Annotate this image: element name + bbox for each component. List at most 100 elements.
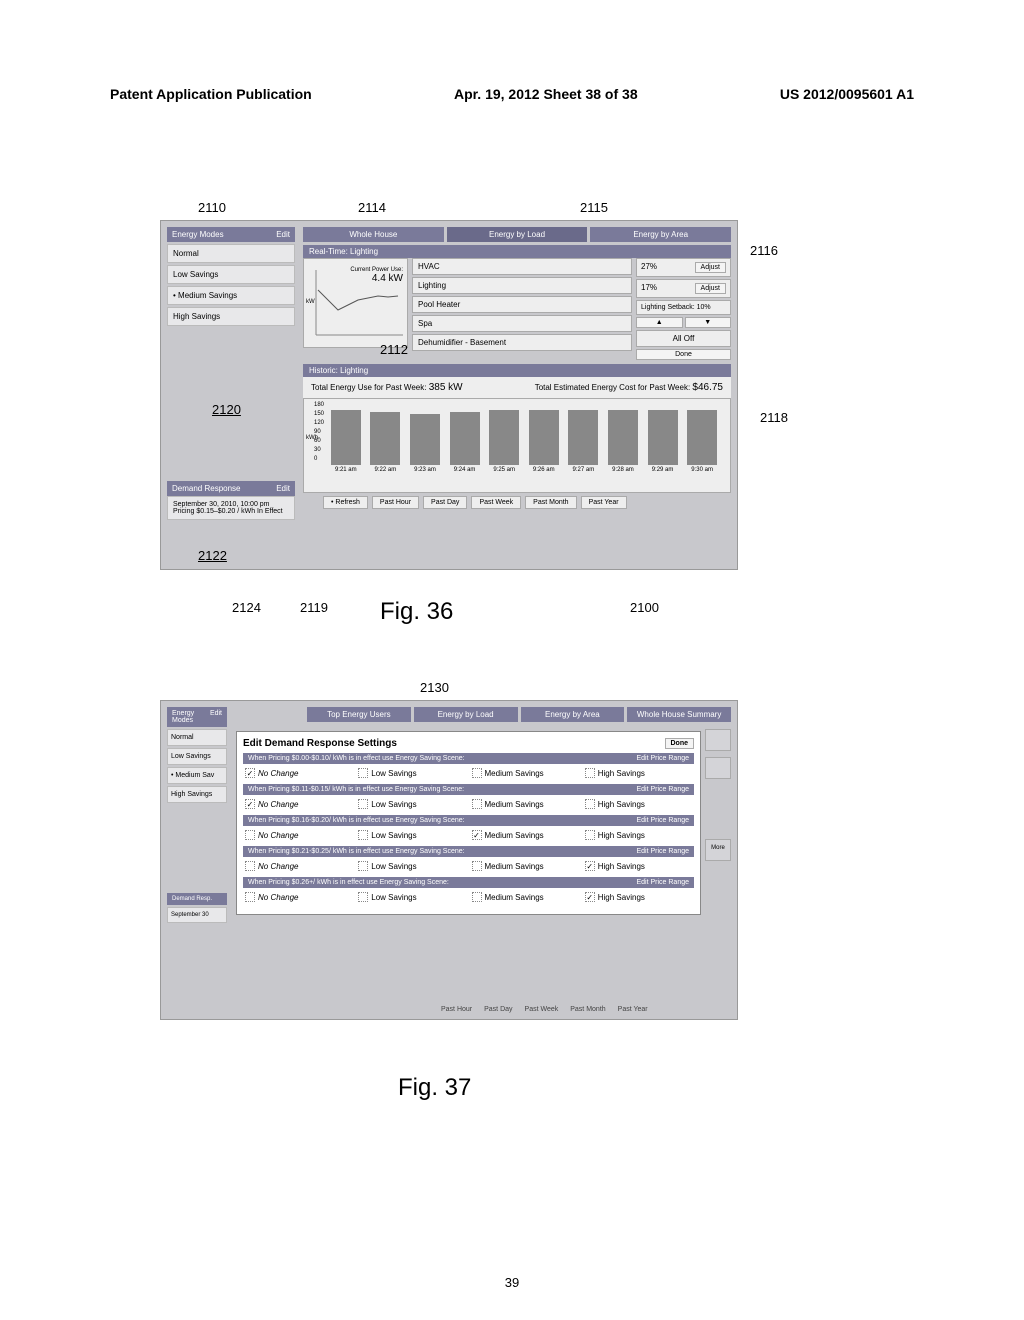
m-normal[interactable]: Normal: [167, 729, 227, 746]
savings-option[interactable]: Medium Savings: [472, 799, 579, 809]
strip-2[interactable]: [705, 757, 731, 779]
savings-option[interactable]: ✓No Change: [245, 799, 352, 809]
past-month-button[interactable]: Past Month: [525, 496, 576, 509]
checkbox-icon[interactable]: ✓: [585, 892, 595, 902]
f-year[interactable]: Past Year: [618, 1006, 648, 1013]
checkbox-icon[interactable]: [472, 799, 482, 809]
savings-option[interactable]: High Savings: [585, 830, 692, 840]
edit-price-range-button[interactable]: Edit Price Range: [636, 848, 689, 855]
tab-by-load[interactable]: Energy by Load: [414, 707, 518, 722]
hvac-adjust-button[interactable]: Adjust: [695, 262, 726, 273]
checkbox-icon[interactable]: [472, 768, 482, 778]
savings-option[interactable]: No Change: [245, 892, 352, 902]
load-spa[interactable]: Spa: [412, 315, 632, 332]
tab-top-users[interactable]: Top Energy Users: [307, 707, 411, 722]
savings-option[interactable]: ✓High Savings: [585, 861, 692, 871]
checkbox-icon[interactable]: [472, 892, 482, 902]
bar-8: [608, 410, 638, 465]
checkbox-icon[interactable]: [472, 861, 482, 871]
more-button[interactable]: More: [705, 839, 731, 861]
m-high[interactable]: High Savings: [167, 786, 227, 803]
checkbox-icon[interactable]: [358, 799, 368, 809]
past-year-button[interactable]: Past Year: [581, 496, 627, 509]
edit-price-range-button[interactable]: Edit Price Range: [636, 786, 689, 793]
savings-option[interactable]: Low Savings: [358, 768, 465, 778]
checkbox-icon[interactable]: [585, 768, 595, 778]
adjust-panel: 27% Adjust 17% Adjust Lighting Setback: …: [636, 258, 731, 360]
historic-stats: Total Energy Use for Past Week: 385 kW T…: [303, 377, 731, 398]
checkbox-icon[interactable]: [585, 830, 595, 840]
past-day-button[interactable]: Past Day: [423, 496, 467, 509]
f-month[interactable]: Past Month: [570, 1006, 605, 1013]
dr-settings-modal: Edit Demand Response Settings Done When …: [236, 731, 701, 915]
savings-option[interactable]: Medium Savings: [472, 861, 579, 871]
dr-date: September 30, 2010, 10:00 pm: [173, 501, 289, 508]
savings-option[interactable]: No Change: [245, 861, 352, 871]
checkbox-icon[interactable]: ✓: [245, 799, 255, 809]
checkbox-icon[interactable]: [358, 892, 368, 902]
load-dehumidifier[interactable]: Dehumidifier - Basement: [412, 334, 632, 351]
rule-options: No Change Low Savings ✓Medium Savings High …: [243, 826, 694, 844]
checkbox-icon[interactable]: ✓: [585, 861, 595, 871]
modal-done-button[interactable]: Done: [665, 738, 695, 749]
done-button[interactable]: Done: [636, 349, 731, 360]
tab-energy-by-load[interactable]: Energy by Load: [447, 227, 588, 242]
bar-4: [450, 412, 480, 465]
savings-option[interactable]: No Change: [245, 830, 352, 840]
load-lighting[interactable]: Lighting: [412, 277, 632, 294]
savings-option[interactable]: Medium Savings: [472, 892, 579, 902]
realtime-header: Real-Time: Lighting: [303, 245, 731, 258]
edit-price-range-button[interactable]: Edit Price Range: [636, 755, 689, 762]
past-hour-button[interactable]: Past Hour: [372, 496, 419, 509]
mode-medium[interactable]: • Medium Savings: [167, 286, 295, 305]
refresh-button[interactable]: • Refresh: [323, 496, 368, 509]
f-week[interactable]: Past Week: [525, 1006, 559, 1013]
savings-option[interactable]: Low Savings: [358, 861, 465, 871]
savings-option[interactable]: ✓High Savings: [585, 892, 692, 902]
mode-low[interactable]: Low Savings: [167, 265, 295, 284]
tab-by-area[interactable]: Energy by Area: [521, 707, 625, 722]
up-arrow-icon[interactable]: ▲: [636, 317, 683, 328]
checkbox-icon[interactable]: [245, 861, 255, 871]
tab-whole-summary[interactable]: Whole House Summary: [627, 707, 731, 722]
checkbox-icon[interactable]: ✓: [245, 768, 255, 778]
past-week-button[interactable]: Past Week: [471, 496, 521, 509]
savings-option[interactable]: ✓No Change: [245, 768, 352, 778]
m-low[interactable]: Low Savings: [167, 748, 227, 765]
energy-modes-edit[interactable]: Edit: [276, 230, 290, 239]
savings-option[interactable]: Low Savings: [358, 799, 465, 809]
checkbox-icon[interactable]: [245, 892, 255, 902]
load-pool[interactable]: Pool Heater: [412, 296, 632, 313]
historic-bar-chart: kWh 1801501209060300: [303, 398, 731, 493]
f-day[interactable]: Past Day: [484, 1006, 512, 1013]
checkbox-icon[interactable]: [585, 799, 595, 809]
figure-37: Energy ModesEdit Normal Low Savings • Me…: [160, 700, 738, 1020]
savings-option[interactable]: High Savings: [585, 799, 692, 809]
checkbox-icon[interactable]: ✓: [472, 830, 482, 840]
edit-price-range-button[interactable]: Edit Price Range: [636, 817, 689, 824]
strip-1[interactable]: [705, 729, 731, 751]
checkbox-icon[interactable]: [358, 861, 368, 871]
price-rule-header: When Pricing $0.26+/ kWh is in effect us…: [243, 877, 694, 888]
dr-edit-button[interactable]: Edit: [276, 484, 290, 493]
tab-energy-by-area[interactable]: Energy by Area: [590, 227, 731, 242]
checkbox-icon[interactable]: [245, 830, 255, 840]
checkbox-icon[interactable]: [358, 830, 368, 840]
load-hvac[interactable]: HVAC: [412, 258, 632, 275]
lighting-adjust-button[interactable]: Adjust: [695, 283, 726, 294]
edit-price-range-button[interactable]: Edit Price Range: [636, 879, 689, 886]
time-range-buttons: • Refresh Past Hour Past Day Past Week P…: [303, 496, 731, 509]
all-off-button[interactable]: All Off: [636, 330, 731, 347]
tab-whole-house[interactable]: Whole House: [303, 227, 444, 242]
checkbox-icon[interactable]: [358, 768, 368, 778]
savings-option[interactable]: Low Savings: [358, 830, 465, 840]
savings-option[interactable]: Medium Savings: [472, 768, 579, 778]
f-hour[interactable]: Past Hour: [441, 1006, 472, 1013]
mode-high[interactable]: High Savings: [167, 307, 295, 326]
savings-option[interactable]: Low Savings: [358, 892, 465, 902]
savings-option[interactable]: ✓Medium Savings: [472, 830, 579, 840]
mode-normal[interactable]: Normal: [167, 244, 295, 263]
down-arrow-icon[interactable]: ▼: [685, 317, 732, 328]
m-med[interactable]: • Medium Sav: [167, 767, 227, 784]
savings-option[interactable]: High Savings: [585, 768, 692, 778]
